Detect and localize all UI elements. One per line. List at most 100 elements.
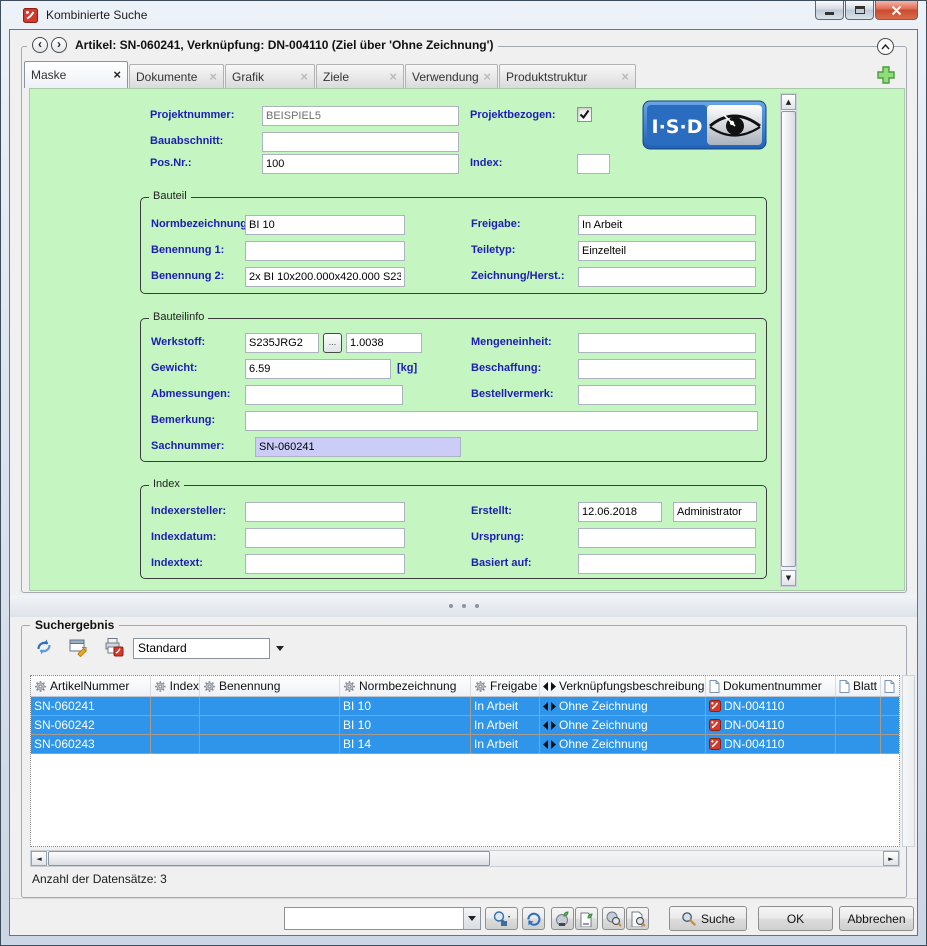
layout-select-arrow[interactable] — [272, 638, 288, 659]
gewicht-input[interactable] — [245, 359, 391, 379]
table-cell: In Arbeit — [471, 735, 540, 754]
print-results-button[interactable] — [103, 636, 125, 658]
tab-dokumente[interactable]: Dokumente× — [129, 64, 224, 88]
refresh-icon — [525, 910, 542, 927]
teiletyp-input[interactable] — [578, 241, 756, 261]
abmessungen-input[interactable] — [245, 385, 403, 405]
basiert-auf-input[interactable] — [578, 554, 756, 574]
tab-close-icon[interactable]: × — [113, 70, 121, 80]
column-header[interactable]: Normbezeichnung — [340, 676, 471, 696]
document-search-button[interactable] — [626, 907, 649, 930]
scroll-right-button[interactable]: ► — [883, 851, 899, 866]
window-controls — [815, 1, 918, 20]
results-title: Suchergebnis — [30, 618, 119, 632]
table-row[interactable]: SN-060243BI 14In ArbeitOhne ZeichnungDN-… — [31, 735, 899, 754]
prev-article-button[interactable]: ‹ — [32, 37, 48, 53]
tab-close-icon[interactable]: × — [389, 72, 397, 82]
new-article-search-button[interactable] — [551, 907, 574, 930]
tab-close-icon[interactable]: × — [209, 72, 217, 82]
layout-select[interactable]: Standard — [133, 638, 270, 659]
tab-grafik[interactable]: Grafik× — [225, 64, 315, 88]
scroll-down-button[interactable]: ▼ — [781, 570, 796, 586]
maximize-button[interactable] — [845, 1, 874, 20]
werkstoffnummer-input[interactable] — [346, 333, 422, 353]
table-vertical-scrollbar[interactable] — [902, 675, 915, 847]
tab-ziele[interactable]: Ziele × — [316, 64, 404, 88]
zeichnung-input[interactable] — [578, 267, 756, 287]
column-header[interactable] — [881, 676, 900, 696]
zeichnung-label: Zeichnung/Herst.: — [471, 270, 565, 282]
freigabe-input[interactable] — [578, 215, 756, 235]
tab-verwendung[interactable]: Verwendung× — [405, 64, 498, 88]
tab-close-icon[interactable]: × — [621, 72, 629, 82]
saved-search-arrow[interactable] — [463, 908, 480, 929]
scroll-up-button[interactable]: ▲ — [781, 94, 796, 110]
suche-button[interactable]: Suche — [669, 906, 747, 931]
posnr-input[interactable] — [262, 154, 459, 174]
new-document-search-button[interactable] — [575, 907, 598, 930]
save-search-button[interactable] — [485, 907, 518, 930]
bestellvermerk-label: Bestellvermerk: — [471, 388, 554, 400]
table-cell: In Arbeit — [471, 697, 540, 716]
werkstoff-browse-button[interactable]: ... — [323, 333, 342, 353]
mengeneinheit-input[interactable] — [578, 333, 756, 353]
werkstoff-input[interactable] — [245, 333, 319, 353]
collapse-button[interactable] — [877, 38, 894, 55]
gear-icon — [154, 680, 167, 693]
bestellvermerk-input[interactable] — [578, 385, 756, 405]
hscrollbar-thumb[interactable] — [48, 851, 490, 866]
table-cell: SN-060242 — [31, 716, 151, 735]
table-row[interactable]: SN-060241BI 10In ArbeitOhne ZeichnungDN-… — [31, 697, 899, 716]
benennung1-input[interactable] — [245, 241, 405, 261]
column-header-label: Freigabe — [490, 679, 537, 693]
indexdatum-input[interactable] — [245, 528, 405, 548]
tab-close-icon[interactable]: × — [300, 72, 308, 82]
refresh-results-button[interactable] — [33, 636, 55, 658]
next-article-button[interactable]: › — [51, 37, 67, 53]
saved-search-select[interactable] — [284, 907, 481, 930]
tab-maske[interactable]: Maske× — [24, 61, 128, 88]
tab-label: Ziele — [323, 70, 349, 84]
erstellt-datum-input[interactable] — [578, 502, 662, 522]
scroll-left-button[interactable]: ◄ — [31, 851, 47, 866]
sachnummer-input[interactable] — [255, 437, 461, 457]
column-header[interactable]: Benennung — [200, 676, 340, 696]
bemerkung-input[interactable] — [245, 411, 758, 431]
table-row[interactable]: SN-060242BI 10In ArbeitOhne ZeichnungDN-… — [31, 716, 899, 735]
article-search-button[interactable] — [602, 907, 625, 930]
ok-button[interactable]: OK — [758, 906, 833, 931]
column-header[interactable]: Index — [151, 676, 200, 696]
minimize-button[interactable] — [815, 1, 844, 20]
tab-close-icon[interactable]: × — [483, 72, 491, 82]
indextext-input[interactable] — [245, 554, 405, 574]
projektbezogen-checkbox[interactable] — [577, 107, 592, 122]
export-results-button[interactable] — [68, 636, 90, 658]
column-header[interactable]: Dokumentnummer — [706, 676, 836, 696]
results-table-body: SN-060241BI 10In ArbeitOhne ZeichnungDN-… — [31, 697, 899, 754]
normbezeichnung-input[interactable] — [245, 215, 405, 235]
projektnummer-input[interactable] — [262, 106, 459, 126]
indexersteller-input[interactable] — [245, 502, 405, 522]
link-icon — [543, 682, 556, 691]
table-horizontal-scrollbar[interactable]: ◄ ► — [30, 850, 900, 867]
ursprung-input[interactable] — [578, 528, 756, 548]
abbrechen-button[interactable]: Abbrechen — [839, 906, 914, 931]
splitter-handle[interactable] — [10, 595, 917, 617]
index-input[interactable] — [577, 154, 610, 174]
column-header[interactable]: ArtikelNummer — [31, 676, 151, 696]
refresh-search-button[interactable] — [522, 907, 545, 930]
beschaffung-input[interactable] — [578, 359, 756, 379]
benennung2-input[interactable] — [245, 267, 405, 287]
close-button[interactable] — [875, 1, 918, 20]
tab-produktstruktur[interactable]: Produktstruktur× — [499, 64, 636, 88]
bauteil-group: Bauteil Normbezeichnung: Freigabe: Benen… — [140, 197, 767, 294]
scrollbar-thumb[interactable] — [781, 111, 796, 567]
form-scrollbar[interactable]: ▲ ▼ — [780, 93, 797, 587]
column-header[interactable]: Blatt — [836, 676, 881, 696]
erstellt-benutzer-input[interactable] — [673, 502, 757, 522]
add-tab-button[interactable] — [875, 64, 897, 86]
bauabschnitt-input[interactable] — [262, 132, 459, 152]
column-header[interactable]: Verknüpfungsbeschreibung — [540, 676, 706, 696]
gewicht-unit-label: [kg] — [397, 362, 417, 374]
column-header[interactable]: Freigabe — [471, 676, 540, 696]
